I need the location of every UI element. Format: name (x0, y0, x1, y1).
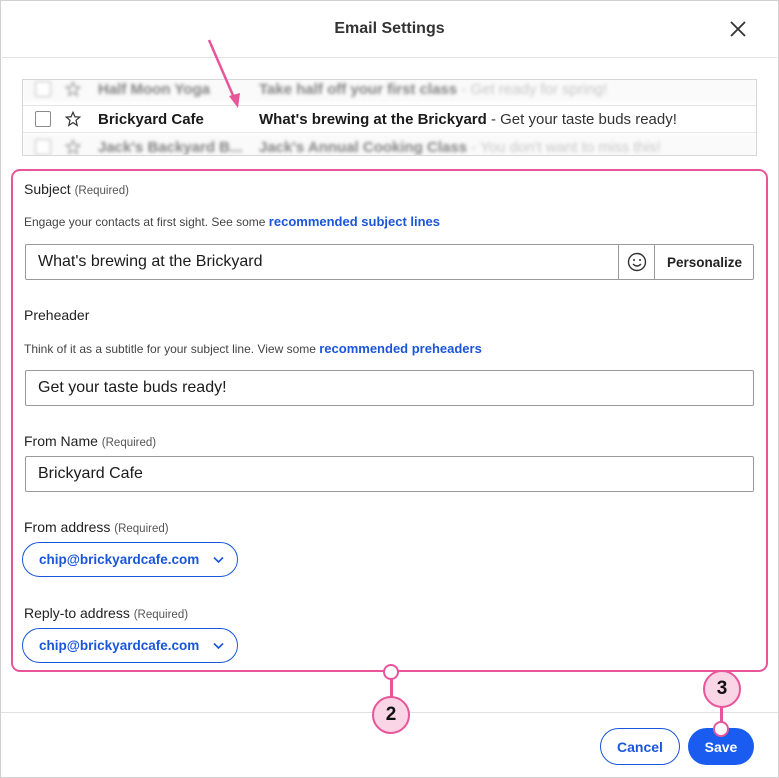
recommended-subject-lines-link[interactable]: recommended subject lines (269, 214, 440, 229)
inbox-row: Half Moon Yoga Take half off your first … (23, 80, 756, 102)
star-icon (64, 110, 82, 127)
inbox-preheader: - You don't want to miss this! (467, 138, 661, 156)
from-address-value: chip@brickyardcafe.com (39, 552, 200, 567)
inbox-subject: Jack's Annual Cooking Class (259, 138, 468, 156)
inbox-row-highlighted: Brickyard Cafe What's brewing at the Bri… (23, 105, 756, 133)
subject-hint: Engage your contacts at first sight. See… (24, 214, 441, 229)
preheader-input[interactable]: Get your taste buds ready! (25, 370, 754, 406)
cancel-button[interactable]: Cancel (600, 728, 680, 765)
annotation-arrow-icon (207, 39, 240, 108)
inbox-preheader: - Get your taste buds ready! (486, 110, 677, 128)
dialog-title: Email Settings (334, 20, 445, 37)
inbox-sender: Jack's Backyard B... (98, 138, 243, 156)
reply-to-label: Reply-to address (Required) (24, 605, 189, 621)
step-badge-3: 3 (703, 670, 741, 708)
step-badge-2: 2 (372, 696, 410, 734)
checkbox (35, 139, 51, 155)
recommended-preheaders-link[interactable]: recommended preheaders (319, 341, 482, 356)
close-icon[interactable] (726, 17, 750, 41)
inbox-row: Jack's Backyard B... Jack's Annual Cooki… (23, 134, 756, 156)
chevron-down-icon (213, 556, 224, 564)
callout-anchor-dot (713, 721, 729, 737)
dialog-header: Email Settings (2, 1, 777, 58)
inbox-sender: Half Moon Yoga (98, 80, 210, 98)
emoji-button[interactable] (618, 244, 654, 280)
checkbox (35, 111, 51, 127)
from-address-label: From address (Required) (24, 519, 169, 535)
personalize-button[interactable]: Personalize (654, 244, 754, 280)
from-address-dropdown[interactable]: chip@brickyardcafe.com (22, 542, 238, 577)
reply-to-value: chip@brickyardcafe.com (39, 638, 200, 653)
inbox-preview: Half Moon Yoga Take half off your first … (22, 79, 757, 156)
from-name-label: From Name (Required) (24, 433, 157, 449)
checkbox (35, 81, 51, 97)
inbox-sender: Brickyard Cafe (98, 110, 204, 128)
reply-to-dropdown[interactable]: chip@brickyardcafe.com (22, 628, 238, 663)
star-icon (64, 80, 82, 97)
from-name-input[interactable]: Brickyard Cafe (25, 456, 754, 492)
star-icon (64, 138, 82, 155)
inbox-subject: What's brewing at the Brickyard (259, 110, 487, 128)
chevron-down-icon (213, 642, 224, 650)
callout-stem (390, 679, 393, 697)
inbox-subject: Take half off your first class (259, 80, 458, 98)
smiley-icon (627, 252, 646, 272)
preheader-label: Preheader (24, 307, 90, 323)
preheader-hint: Think of it as a subtitle for your subje… (24, 341, 482, 356)
inbox-preheader: - Get ready for spring! (457, 80, 608, 98)
subject-label: Subject (Required) (24, 181, 129, 197)
callout-anchor-dot (383, 664, 399, 680)
